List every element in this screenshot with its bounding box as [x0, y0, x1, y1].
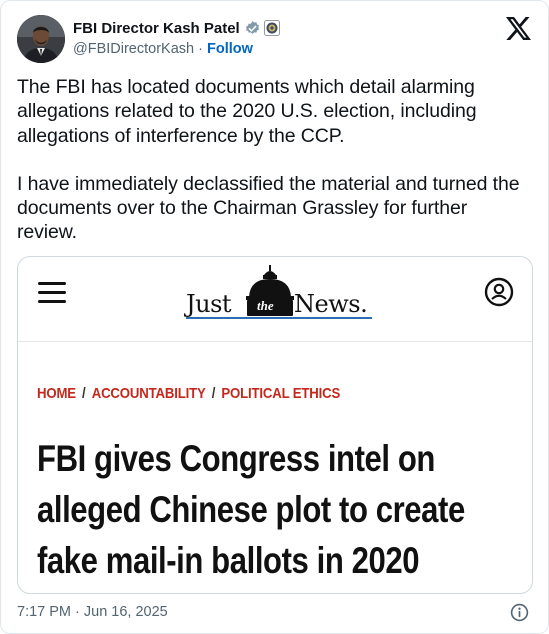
government-seal-icon — [263, 20, 280, 36]
verified-badge-icon — [244, 20, 261, 37]
site-logo[interactable]: Just the News. — [184, 263, 384, 325]
site-header: Just the News. — [18, 257, 532, 342]
breadcrumb: HOME / ACCOUNTABILITY / POLITICAL ETHICS — [37, 385, 340, 402]
author-display-name[interactable]: FBI Director Kash Patel — [73, 20, 240, 37]
breadcrumb-separator: / — [82, 385, 86, 402]
author-handle[interactable]: @FBIDirectorKash — [73, 41, 194, 57]
tweet-body: The FBI has located documents which deta… — [17, 75, 532, 245]
brand-news-text: News. — [294, 290, 368, 318]
breadcrumb-accountability[interactable]: ACCOUNTABILITY — [92, 385, 206, 402]
brand-just-text: Just — [186, 290, 232, 318]
info-icon[interactable] — [510, 603, 529, 622]
tweet-paragraph: I have immediately declassified the mate… — [17, 172, 520, 244]
hamburger-menu-icon[interactable] — [38, 282, 66, 304]
x-logo-icon[interactable] — [506, 17, 531, 40]
brand-the-text: the — [257, 298, 274, 313]
avatar-portrait-image — [17, 15, 65, 63]
author-name-row[interactable]: FBI Director Kash Patel — [73, 18, 280, 38]
tweet-embed: FBI Director Kash Patel @FBIDirectorKash… — [0, 0, 549, 634]
article-headline[interactable]: FBI gives Congress intel on alleged Chin… — [37, 433, 507, 586]
breadcrumb-political-ethics[interactable]: POLITICAL ETHICS — [221, 385, 340, 402]
brand-underline — [186, 317, 372, 319]
breadcrumb-home[interactable]: HOME — [37, 385, 76, 402]
follow-button[interactable]: Follow — [207, 41, 253, 57]
user-account-icon[interactable] — [484, 277, 514, 307]
breadcrumb-separator: / — [211, 385, 216, 402]
handle-separator: · — [194, 41, 207, 57]
link-preview-card[interactable]: Just the News. HOME / ACCOUNTABILITY / POLIT… — [17, 256, 533, 594]
tweet-timestamp[interactable]: 7:17 PM · Jun 16, 2025 — [17, 604, 168, 620]
author-avatar[interactable] — [17, 15, 65, 63]
author-handle-row: @FBIDirectorKash · Follow — [73, 41, 253, 57]
tweet-paragraph: The FBI has located documents which deta… — [17, 76, 477, 147]
